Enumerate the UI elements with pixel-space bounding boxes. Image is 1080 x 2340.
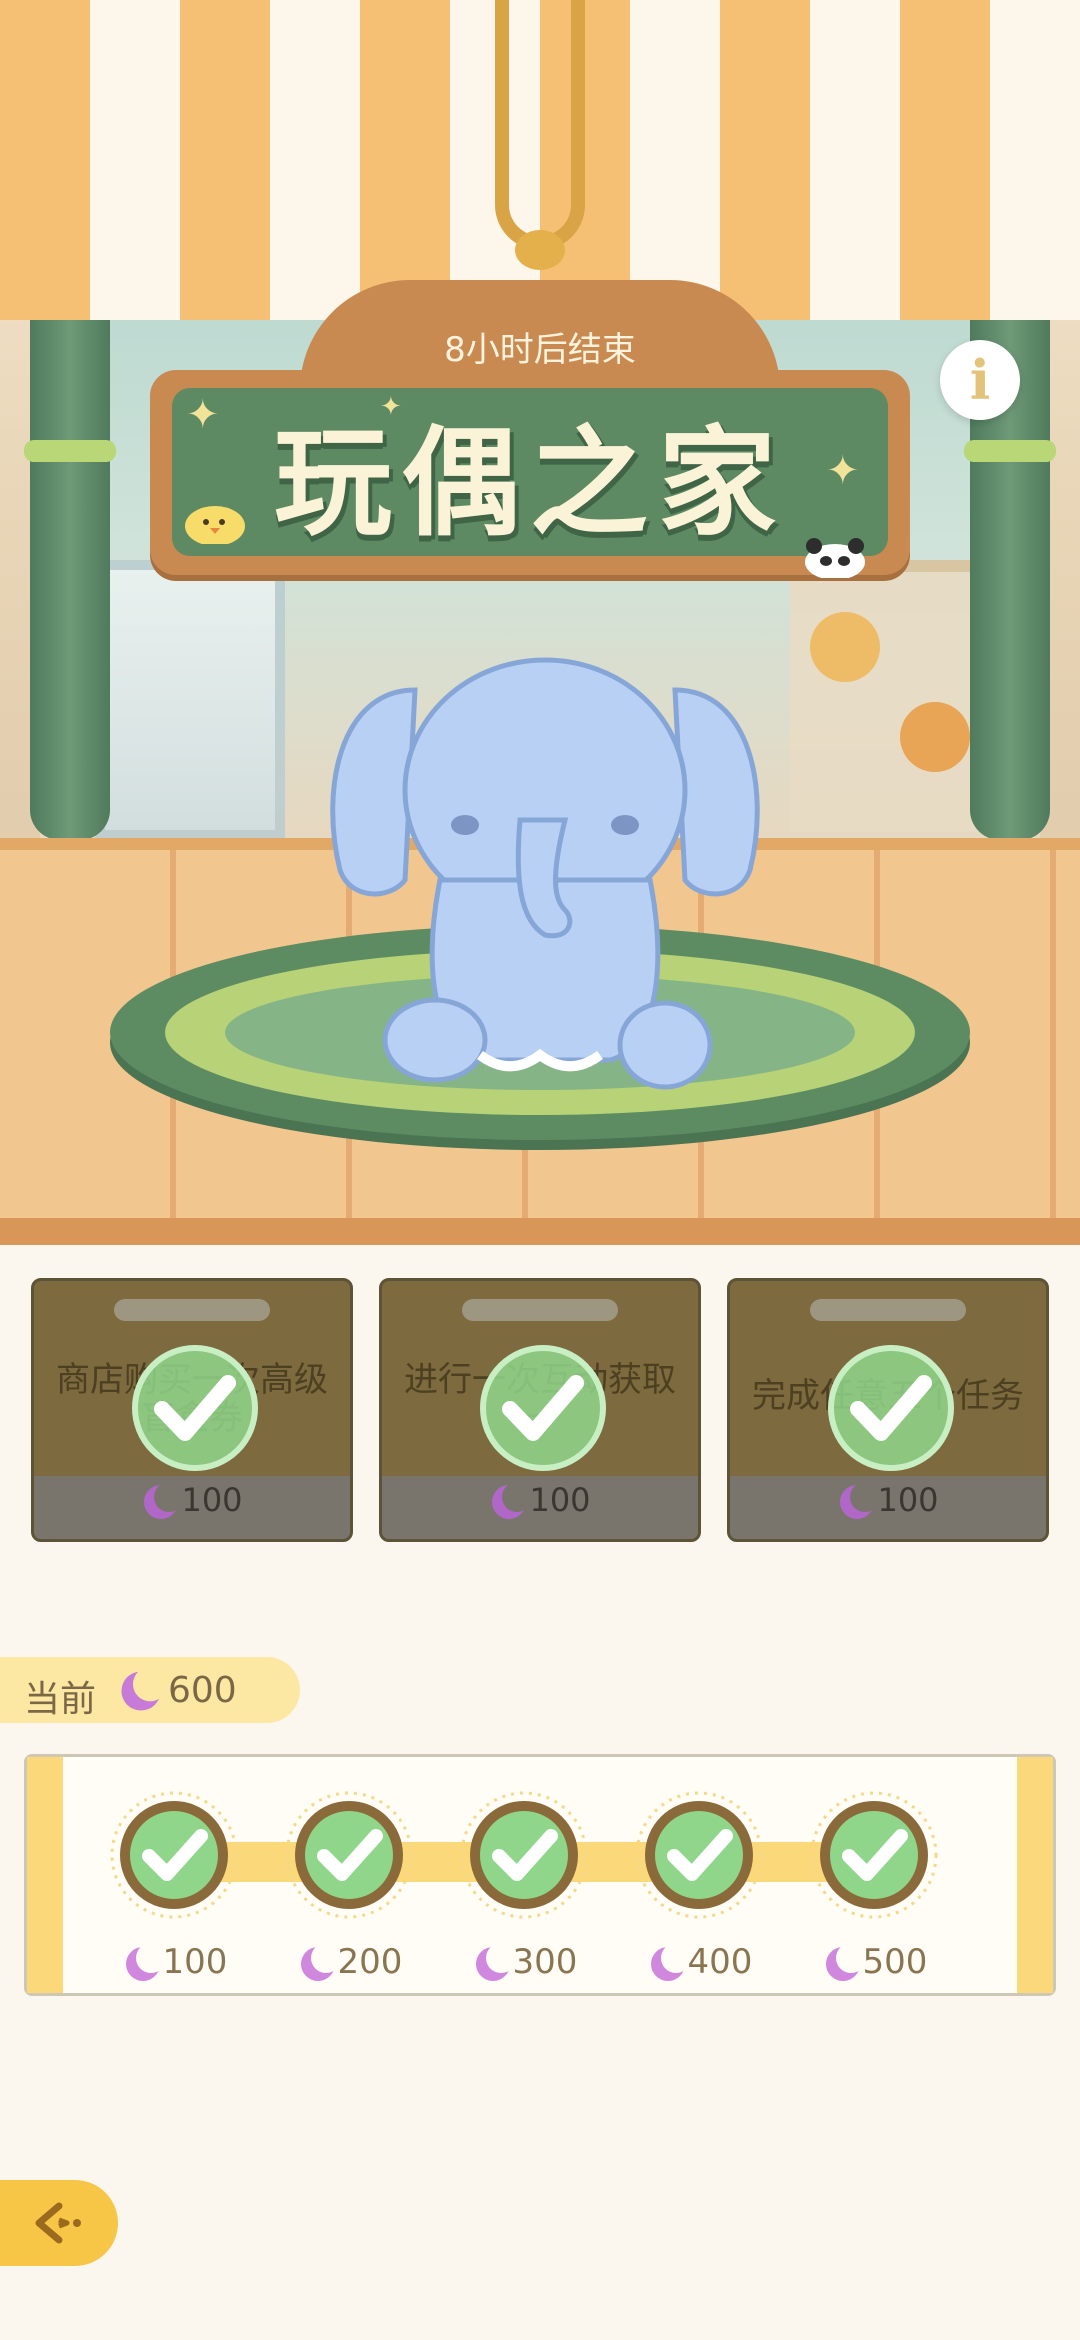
task-reward: 100 bbox=[34, 1481, 350, 1522]
task-card[interactable]: 商店购买一次高级盲盒券 100 bbox=[31, 1278, 353, 1542]
current-points-value: 600 bbox=[168, 1670, 237, 1711]
milestone-label: 100 bbox=[100, 1942, 250, 1984]
back-button[interactable] bbox=[0, 2180, 118, 2266]
milestone-reward-5[interactable] bbox=[809, 1790, 939, 1920]
floor-edge bbox=[0, 1218, 1080, 1245]
milestone-reward-1[interactable] bbox=[109, 1790, 239, 1920]
checkmark-icon bbox=[132, 1345, 258, 1471]
curtain-tie-left bbox=[24, 440, 116, 462]
milestone-label: 200 bbox=[275, 1942, 425, 1984]
track-side-left bbox=[27, 1757, 63, 1993]
track-side-right bbox=[1017, 1757, 1053, 1993]
milestone-reward-3[interactable] bbox=[459, 1790, 589, 1920]
background-window bbox=[95, 560, 285, 840]
sparkle-icon: ✦ bbox=[380, 392, 402, 422]
milestone-value: 200 bbox=[337, 1942, 403, 1982]
current-label: 当前 bbox=[24, 1679, 97, 1720]
info-button[interactable]: i bbox=[940, 340, 1020, 420]
chick-icon bbox=[185, 506, 245, 544]
milestone-value: 400 bbox=[687, 1942, 753, 1982]
shop-scene: 8小时后结束 玩偶之家 ✦ ✦ ✦ i bbox=[0, 0, 1080, 1245]
moon-icon bbox=[300, 1943, 338, 1981]
milestone-value: 500 bbox=[862, 1942, 928, 1982]
rope-knot bbox=[515, 230, 565, 270]
task-tab bbox=[114, 1299, 270, 1321]
checkmark-icon bbox=[828, 1345, 954, 1471]
task-tab bbox=[810, 1299, 966, 1321]
back-arrow-icon bbox=[35, 2202, 81, 2244]
moon-icon bbox=[492, 1482, 530, 1519]
moon-icon bbox=[825, 1943, 863, 1981]
event-timer: 8小时后结束 bbox=[444, 330, 636, 370]
background-shelf bbox=[790, 560, 990, 832]
milestone-value: 100 bbox=[162, 1942, 228, 1982]
task-card[interactable]: 进行一次互动获取一 100 bbox=[379, 1278, 701, 1542]
task-card[interactable]: 完成任意五个任务 100 bbox=[727, 1278, 1049, 1542]
moon-icon bbox=[125, 1943, 163, 1981]
panda-icon bbox=[805, 538, 865, 578]
checkmark-icon bbox=[480, 1345, 606, 1471]
moon-icon bbox=[650, 1943, 688, 1981]
milestone-label: 300 bbox=[450, 1942, 600, 1984]
task-reward-value: 100 bbox=[181, 1481, 243, 1519]
sparkle-icon: ✦ bbox=[826, 448, 860, 494]
milestone-label: 500 bbox=[800, 1942, 950, 1984]
moon-icon bbox=[840, 1482, 878, 1519]
task-reward: 100 bbox=[382, 1481, 698, 1522]
task-reward-value: 100 bbox=[529, 1481, 591, 1519]
milestone-reward-4[interactable] bbox=[634, 1790, 764, 1920]
task-reward-value: 100 bbox=[877, 1481, 939, 1519]
event-title: 玩偶之家 bbox=[273, 413, 786, 552]
elephant-plush[interactable] bbox=[320, 650, 770, 1090]
task-reward: 100 bbox=[730, 1481, 1046, 1522]
milestone-value: 300 bbox=[512, 1942, 578, 1982]
task-tab bbox=[462, 1299, 618, 1321]
moon-icon bbox=[144, 1482, 182, 1519]
moon-icon bbox=[121, 1668, 164, 1711]
milestone-reward-2[interactable] bbox=[284, 1790, 414, 1920]
moon-icon bbox=[475, 1943, 513, 1981]
curtain-left bbox=[30, 280, 110, 840]
sparkle-icon: ✦ bbox=[186, 392, 220, 438]
milestone-label: 400 bbox=[625, 1942, 775, 1984]
curtain-tie-right bbox=[964, 440, 1056, 462]
sign-hanger-rope bbox=[495, 0, 585, 250]
